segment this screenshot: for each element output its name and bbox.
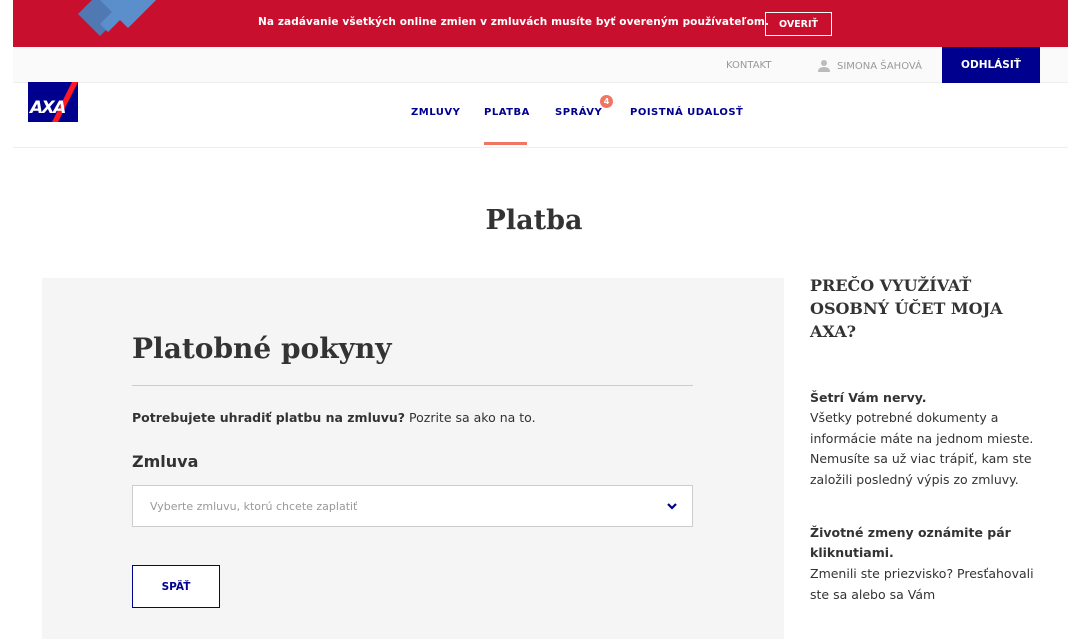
logout-button[interactable]: ODHLÁSIŤ (942, 47, 1040, 83)
logo-text: AXA (30, 98, 66, 118)
page-title: Platba (485, 205, 583, 236)
sidebar-text-nerves: Všetky potrebné dokumenty a informácie m… (810, 410, 1034, 487)
contract-label: Zmluva (132, 452, 199, 471)
sidebar-heading-life-changes: Životné zmeny oznámite pár kliknutiami. (810, 525, 1011, 560)
utility-bar: KONTAKT SIMONA ŠAHOVÁ ODHLÁSIŤ (13, 47, 1068, 83)
back-button[interactable]: SPÄŤ (132, 565, 220, 608)
contact-link[interactable]: KONTAKT (726, 60, 771, 71)
intro-text: Potrebujete uhradiť platbu na zmluvu? Po… (132, 410, 536, 425)
verify-button[interactable]: OVERIŤ (765, 12, 832, 36)
card-divider (132, 385, 693, 386)
nav-item-messages[interactable]: SPRÁVY (555, 107, 602, 118)
sidebar-heading-nerves: Šetrí Vám nervy. (810, 390, 927, 405)
axa-logo[interactable]: AXA (28, 82, 78, 122)
payment-instructions-card: Platobné pokyny Potrebujete uhradiť plat… (42, 278, 784, 639)
user-icon (818, 60, 830, 72)
chevron-down-icon (667, 503, 677, 510)
contract-select[interactable]: Vyberte zmluvu, ktorú chcete zaplatiť (132, 485, 693, 527)
nav-item-insurance-claim[interactable]: POISTNÁ UDALOSŤ (630, 107, 743, 118)
nav-active-indicator (484, 142, 527, 145)
sidebar-title: PREČO VYUŽÍVAŤ OSOBNÝ ÚČET MOJA AXA? (810, 276, 1003, 341)
contract-select-placeholder: Vyberte zmluvu, ktorú chcete zaplatiť (150, 500, 358, 513)
intro-hint: Pozrite sa ako na to. (405, 410, 536, 425)
user-name: SIMONA ŠAHOVÁ (837, 60, 922, 72)
nav-divider (13, 147, 1068, 148)
nav-item-contracts[interactable]: ZMLUVY (411, 107, 460, 118)
alert-message: Na zadávanie všetkých online zmien v zml… (258, 16, 770, 28)
nav-item-payment[interactable]: PLATBA (484, 107, 530, 118)
arrow-pointer-icon (60, 0, 156, 36)
user-account-link[interactable]: SIMONA ŠAHOVÁ (817, 59, 922, 73)
intro-question: Potrebujete uhradiť platbu na zmluvu? (132, 410, 406, 425)
messages-count-badge: 4 (600, 95, 613, 108)
card-title: Platobné pokyny (132, 332, 392, 365)
benefits-sidebar: PREČO VYUŽÍVAŤ OSOBNÝ ÚČET MOJA AXA? Šet… (810, 274, 1050, 602)
verification-alert-bar: Na zadávanie všetkých online zmien v zml… (13, 0, 1068, 47)
sidebar-text-life-changes: Zmenili ste priezvisko? Presťahovali ste… (810, 566, 1034, 602)
